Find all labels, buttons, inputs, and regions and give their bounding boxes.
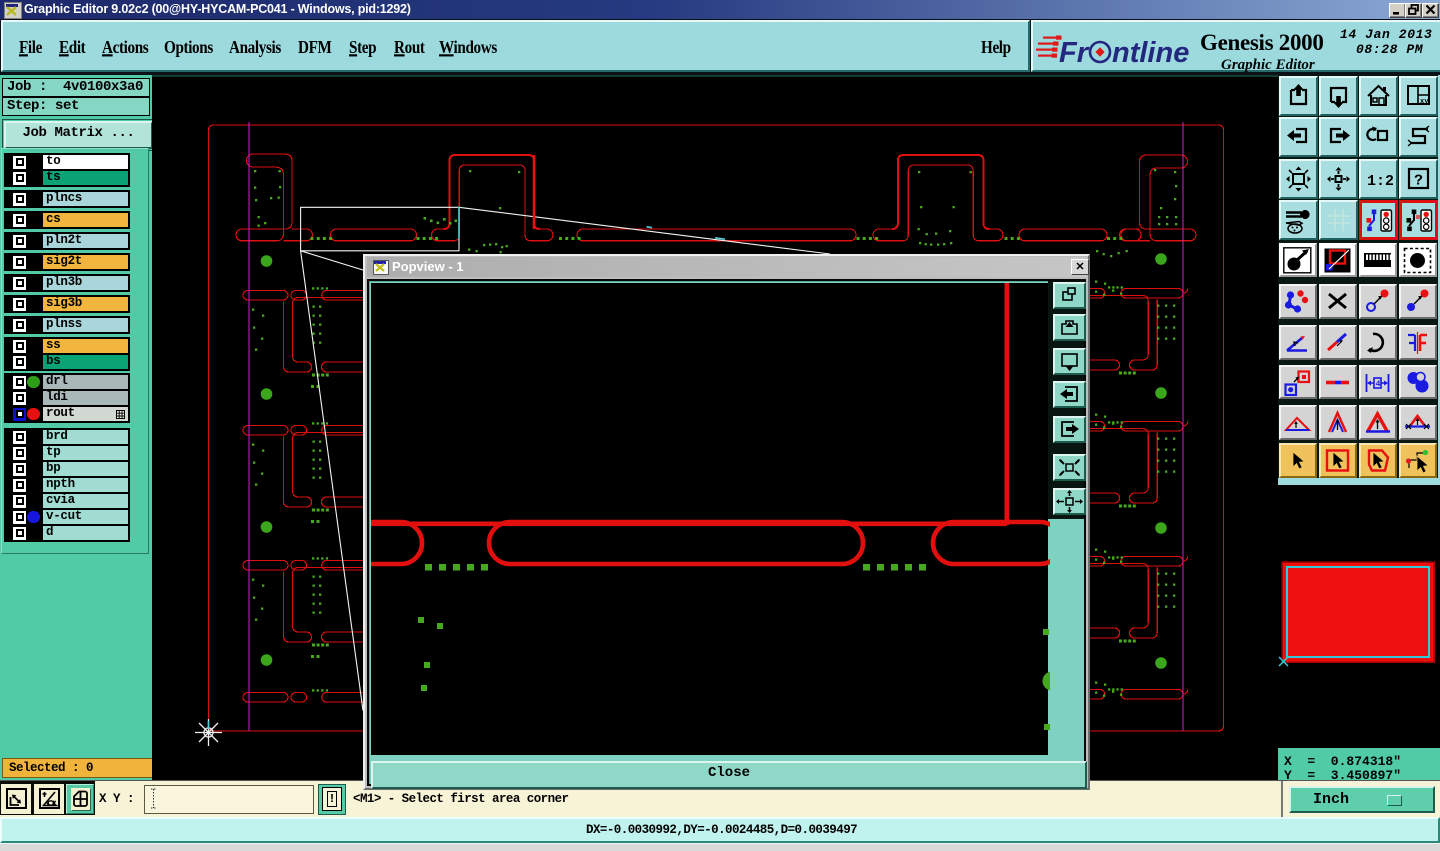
svg-text:Fr: Fr [1059, 37, 1090, 69]
svg-text:ntline: ntline [1112, 37, 1189, 69]
svg-text:4: 4 [1376, 380, 1381, 389]
svg-text:?: ? [1414, 173, 1423, 190]
svg-text:1:2: 1:2 [1367, 173, 1393, 190]
svg-text:xy: xy [1420, 98, 1429, 106]
